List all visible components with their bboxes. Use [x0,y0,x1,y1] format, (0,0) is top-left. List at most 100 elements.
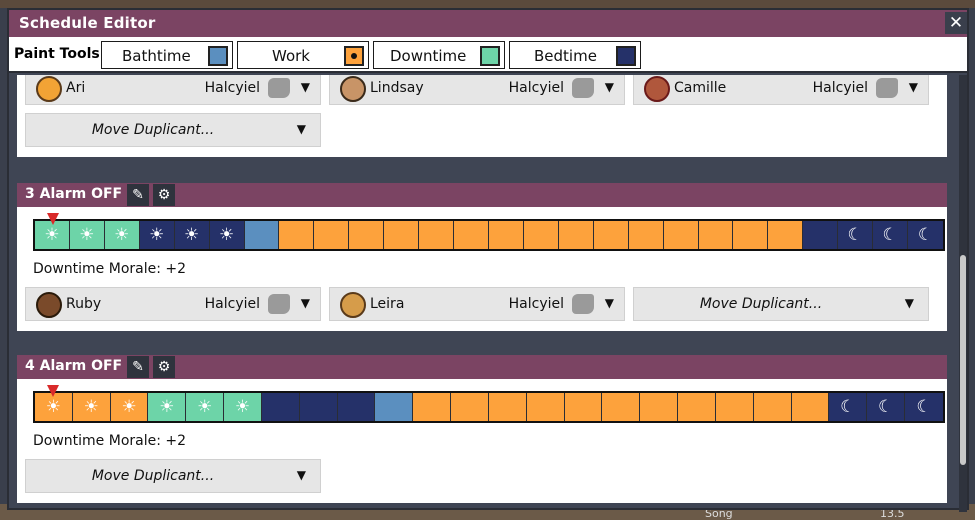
chevron-down-icon: ▼ [604,80,614,94]
schedule-block-work[interactable] [279,221,315,249]
schedule-block-work[interactable] [451,393,489,421]
paint-toolbar: Paint Tools: Bathtime Work Downtime Bedt… [9,37,967,73]
schedule-block-work[interactable] [602,393,641,421]
schedule-block-bedtime[interactable]: ☾ [908,221,943,249]
move-duplicant-dropdown[interactable]: Move Duplicant... ▼ [633,287,929,321]
schedule-block-work[interactable] [384,221,420,249]
chevron-down-icon: ▼ [604,296,614,310]
schedule-block-work[interactable]: ☀ [35,393,73,421]
schedule-block-work[interactable] [791,393,830,421]
dupe-slot-ruby[interactable]: Ruby Halcyiel ▼ [25,287,321,321]
schedule-block-work[interactable] [698,221,734,249]
asteroid-icon [876,78,898,98]
schedule-block-downtime[interactable]: ☀ [69,221,105,249]
schedule-block-work[interactable] [558,221,594,249]
paint-tool-bedtime[interactable]: Bedtime [509,41,641,69]
schedule-block-work[interactable]: ☀ [110,393,149,421]
schedule-block-work[interactable] [488,221,524,249]
schedule-block-downtime[interactable]: ☀ [35,221,70,249]
schedule-block-bathtime[interactable] [375,393,414,421]
schedule-block-prev: Ari Halcyiel ▼ Lindsay Halcyiel ▼ Camill… [17,75,947,157]
schedule-block-work[interactable] [663,221,699,249]
sunrise-icon: ☀ [184,225,200,245]
schedule-block-downtime[interactable]: ☀ [224,393,262,421]
schedule-block-work[interactable] [314,221,350,249]
schedule-block-bathtime[interactable] [244,221,280,249]
gear-icon[interactable]: ⚙ [153,184,175,206]
schedule-block-downtime[interactable]: ☀ [104,221,140,249]
schedule-block-bedtime[interactable] [337,393,376,421]
schedule-block-bedtime[interactable]: ☾ [838,221,874,249]
pencil-icon[interactable]: ✎ [127,356,149,378]
schedule-block-bedtime[interactable]: ☾ [829,393,868,421]
dupe-name: Lindsay [370,80,424,96]
schedule-block-work[interactable] [413,393,452,421]
move-duplicant-dropdown[interactable]: Move Duplicant... ▼ [25,113,321,147]
dupe-slot-camille[interactable]: Camille Halcyiel ▼ [633,75,929,105]
schedule-block-bedtime[interactable]: ☀ [139,221,175,249]
schedule-block-3: ☀ ☀ ☀ ☀ ☀ ☀ ☾ ☾ ☾ Downtime Morale: +2 Ruby Halcy… [17,207,947,331]
sunrise-icon: ☀ [218,225,235,245]
schedule-block-work[interactable]: ☀ [72,393,111,421]
downtime-morale: Downtime Morale: +2 [33,261,187,277]
schedule-block-bedtime[interactable]: ☾ [873,221,909,249]
schedule-editor-window: Schedule Editor ✕ Paint Tools: Bathtime … [7,8,969,512]
schedule-block-work[interactable] [564,393,603,421]
schedule-block-downtime[interactable]: ☀ [148,393,187,421]
schedule-timeline[interactable]: ☀ ☀ ☀ ☀ ☀ ☀ ☾ ☾ ☾ [33,391,945,423]
moon-icon: ☾ [916,397,932,417]
close-button[interactable]: ✕ [945,12,967,34]
schedule-timeline[interactable]: ☀ ☀ ☀ ☀ ☀ ☀ ☾ ☾ ☾ [33,219,945,251]
downtime-swatch [480,46,500,66]
dupe-slot-lindsay[interactable]: Lindsay Halcyiel ▼ [329,75,625,105]
schedule-block-work[interactable] [733,221,769,249]
schedule-block-work[interactable] [523,221,559,249]
schedule-header-4: 4 Alarm OFF ✎ ⚙ [17,355,947,379]
pencil-icon[interactable]: ✎ [127,184,149,206]
schedule-block-downtime[interactable]: ☀ [186,393,225,421]
schedule-block-bedtime[interactable]: ☀ [209,221,245,249]
sunrise-icon: ☀ [45,397,62,417]
paint-tool-bathtime[interactable]: Bathtime [101,41,233,69]
paint-tool-downtime[interactable]: Downtime [373,41,505,69]
schedule-name: 4 Alarm OFF [25,358,123,374]
dupe-slot-ari[interactable]: Ari Halcyiel ▼ [25,75,321,105]
schedule-block-work[interactable] [349,221,385,249]
scrollbar-thumb[interactable] [960,255,966,465]
schedule-block-work[interactable] [628,221,664,249]
schedule-block-work[interactable] [488,393,527,421]
sunrise-icon: ☀ [197,397,213,417]
dupe-slot-leira[interactable]: Leira Halcyiel ▼ [329,287,625,321]
schedule-block-work[interactable] [526,393,565,421]
schedule-block-work[interactable] [454,221,489,249]
scrollbar[interactable] [959,75,967,512]
sunrise-icon: ☀ [114,225,130,245]
schedule-block-bedtime[interactable] [803,221,839,249]
dupe-world: Halcyiel [812,80,868,96]
paint-tool-work[interactable]: Work [237,41,369,69]
sunrise-icon: ☀ [83,397,99,417]
schedule-block-work[interactable] [593,221,629,249]
schedule-block-bedtime[interactable] [261,393,300,421]
schedule-block-work[interactable] [678,393,716,421]
chevron-down-icon: ▼ [296,468,306,482]
schedule-block-work[interactable] [768,221,804,249]
move-duplicant-dropdown[interactable]: Move Duplicant... ▼ [25,459,321,493]
bathtime-swatch [208,46,228,66]
schedule-block-bedtime[interactable]: ☾ [867,393,906,421]
schedule-block-work[interactable] [753,393,792,421]
schedule-list[interactable]: Ari Halcyiel ▼ Lindsay Halcyiel ▼ Camill… [9,75,959,512]
dupe-name: Leira [370,296,405,312]
schedule-block-bedtime[interactable]: ☀ [174,221,210,249]
chevron-down-icon: ▼ [908,80,918,94]
gear-icon[interactable]: ⚙ [153,356,175,378]
schedule-block-work[interactable] [715,393,754,421]
avatar [340,76,366,102]
schedule-block-bedtime[interactable]: ☾ [905,393,943,421]
schedule-name: 3 Alarm OFF [25,186,123,202]
dupe-name: Camille [674,80,727,96]
schedule-block-bedtime[interactable] [299,393,338,421]
schedule-block-work[interactable] [419,221,455,249]
sunrise-icon: ☀ [79,225,95,245]
schedule-block-work[interactable] [640,393,679,421]
